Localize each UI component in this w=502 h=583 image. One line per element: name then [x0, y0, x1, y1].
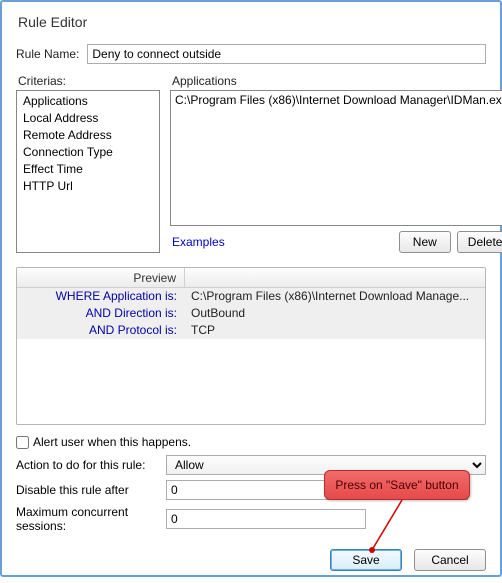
preview-header: Preview	[17, 268, 185, 287]
delete-button[interactable]: Delete	[457, 231, 502, 253]
preview-key: WHERE Application is:	[17, 288, 185, 305]
list-item[interactable]: Applications	[23, 93, 153, 110]
list-item[interactable]: C:\Program Files (x86)\Internet Download…	[175, 93, 502, 107]
action-label: Action to do for this rule:	[16, 458, 166, 472]
preview-value: TCP	[185, 322, 485, 339]
preview-panel: Preview WHERE Application is: C:\Program…	[16, 267, 486, 425]
table-row: WHERE Application is: C:\Program Files (…	[17, 288, 485, 305]
applications-list[interactable]: C:\Program Files (x86)\Internet Download…	[170, 90, 502, 226]
criterias-list[interactable]: Applications Local Address Remote Addres…	[16, 90, 160, 253]
new-button[interactable]: New	[399, 231, 451, 253]
callout-annotation: Press on "Save" button	[324, 470, 470, 500]
save-button[interactable]: Save	[330, 549, 402, 571]
table-row: AND Protocol is: TCP	[17, 322, 485, 339]
disable-label: Disable this rule after	[16, 483, 166, 497]
table-row: AND Direction is: OutBound	[17, 305, 485, 322]
preview-key: AND Direction is:	[17, 305, 185, 322]
sessions-input[interactable]	[166, 509, 366, 529]
list-item[interactable]: Connection Type	[23, 144, 153, 161]
examples-link[interactable]: Examples	[172, 235, 225, 249]
list-item[interactable]: Remote Address	[23, 127, 153, 144]
preview-key: AND Protocol is:	[17, 322, 185, 339]
applications-label: Applications	[172, 74, 502, 88]
list-item[interactable]: Local Address	[23, 110, 153, 127]
cancel-button[interactable]: Cancel	[414, 549, 486, 571]
window-title: Rule Editor	[18, 14, 486, 30]
rule-name-input[interactable]	[87, 44, 486, 64]
sessions-label: Maximum concurrent sessions:	[16, 505, 166, 533]
list-item[interactable]: HTTP Url	[23, 178, 153, 195]
list-item[interactable]: Effect Time	[23, 161, 153, 178]
alert-label: Alert user when this happens.	[33, 435, 191, 449]
rule-name-label: Rule Name:	[16, 47, 79, 61]
preview-value: C:\Program Files (x86)\Internet Download…	[185, 288, 485, 305]
criterias-label: Criterias:	[18, 74, 160, 88]
alert-checkbox[interactable]	[16, 436, 29, 449]
preview-value: OutBound	[185, 305, 485, 322]
